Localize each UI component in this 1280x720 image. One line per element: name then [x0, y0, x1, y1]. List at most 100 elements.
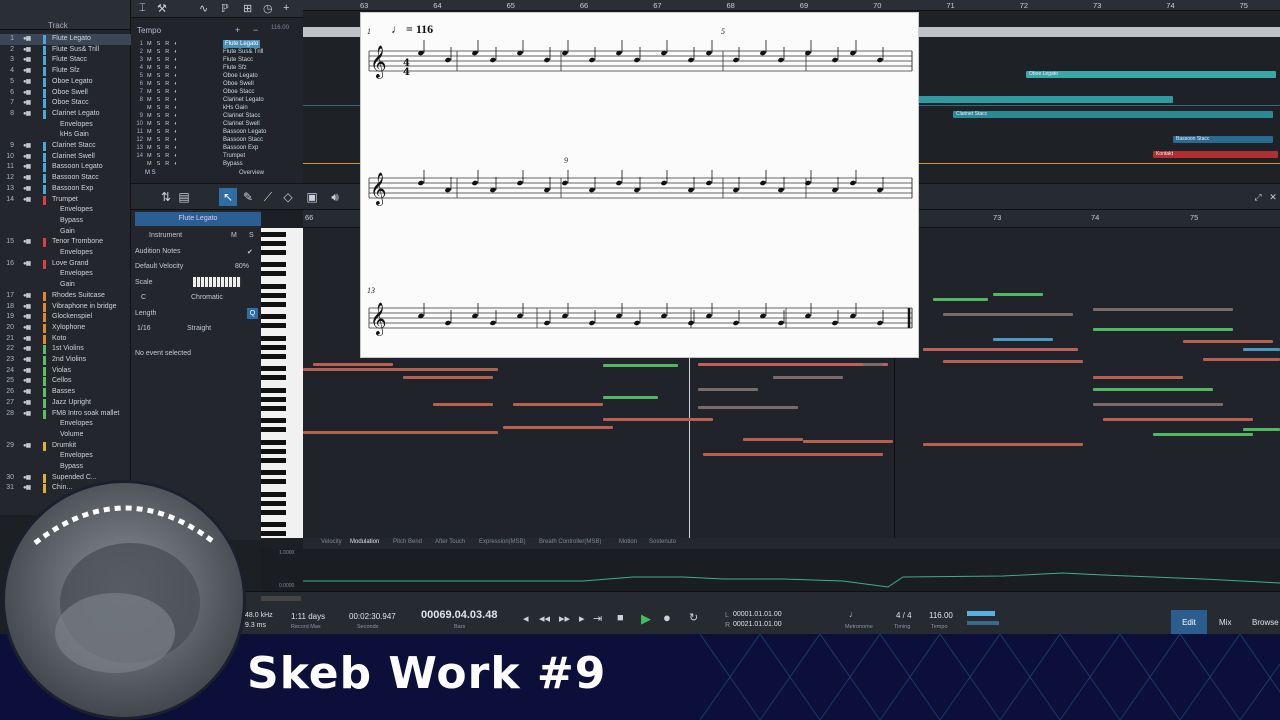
- skip-end-icon[interactable]: ⇥: [593, 612, 602, 625]
- rewind-start-icon[interactable]: ◂: [523, 612, 529, 625]
- piano-black-key[interactable]: [261, 448, 286, 454]
- mixer-row[interactable]: 9 MSR◐ Clarinet Stacc: [131, 112, 303, 120]
- piano-black-key[interactable]: [261, 301, 286, 307]
- controller-tab[interactable]: Modulation: [350, 539, 379, 545]
- scale-type[interactable]: Chromatic: [191, 294, 223, 301]
- controller-tab[interactable]: Velocity: [321, 539, 342, 545]
- track-controls-icon[interactable]: ●▮▮: [23, 409, 39, 420]
- inspector-track-name[interactable]: Flute Legato: [135, 212, 261, 226]
- track-controls-icon[interactable]: ●▮▮: [23, 55, 39, 66]
- track-controls-icon[interactable]: ●▮▮: [23, 376, 39, 387]
- rewind-icon[interactable]: ◂◂: [539, 612, 550, 625]
- track-controls-icon[interactable]: ●▮▮: [23, 259, 39, 270]
- browse-view-button[interactable]: Browse: [1252, 618, 1279, 627]
- mixer-row-buttons[interactable]: MSR◐: [147, 120, 183, 128]
- tempo-value[interactable]: 116.00: [929, 611, 953, 620]
- track-controls-icon[interactable]: ●▮▮: [23, 355, 39, 366]
- track-controls-icon[interactable]: ●▮▮: [23, 77, 39, 88]
- track-controls-icon[interactable]: ●▮▮: [23, 173, 39, 184]
- clock-icon[interactable]: ◷: [263, 2, 273, 15]
- track-controls-icon[interactable]: ●▮▮: [23, 45, 39, 56]
- midi-note[interactable]: [603, 418, 713, 421]
- track-row[interactable]: 27 ●▮▮ Jazz Upright: [0, 398, 131, 409]
- controller-tab[interactable]: Breath Controller(MSB): [539, 539, 601, 545]
- piano-black-key[interactable]: [261, 344, 286, 350]
- clip-oboe-legato[interactable]: Oboe Legato: [1026, 71, 1276, 78]
- track-row[interactable]: 28 ●▮▮ FM8 Intro soak mallet: [0, 409, 131, 420]
- mixer-row-buttons[interactable]: MSR◐: [147, 64, 183, 72]
- play-icon[interactable]: ▶: [641, 611, 651, 627]
- track-controls-icon[interactable]: ●▮▮: [23, 344, 39, 355]
- track-row[interactable]: 20 ●▮▮ Xylophone: [0, 323, 131, 334]
- eraser-tool-icon[interactable]: ◇: [279, 188, 297, 206]
- mixer-row[interactable]: 1 MSR◐ Flute Legato: [131, 40, 303, 48]
- track-controls-icon[interactable]: ●▮▮: [23, 195, 39, 206]
- mixer-row-buttons[interactable]: MSR◐: [147, 104, 183, 112]
- tempo-remove-icon[interactable]: −: [253, 25, 258, 35]
- scale-root[interactable]: C: [141, 294, 146, 301]
- track-row[interactable]: 22 ●▮▮ 1st Violins: [0, 344, 131, 355]
- overview-label[interactable]: Overview: [239, 170, 264, 176]
- record-icon[interactable]: ●: [663, 610, 671, 625]
- mixer-row[interactable]: 4 MSR◐ Flute Sfz: [131, 64, 303, 72]
- mixer-row-buttons[interactable]: MSR◐: [147, 128, 183, 136]
- controller-lane[interactable]: 1.0000 0.0000: [261, 549, 1280, 591]
- forward-icon[interactable]: ▸▸: [559, 612, 570, 625]
- track-row[interactable]: 9 ●▮▮ Clarinet Stacc: [0, 141, 131, 152]
- mixer-row-buttons[interactable]: MSR◐: [147, 88, 183, 96]
- cursor-icon[interactable]: ⌶: [139, 2, 146, 15]
- mixer-row[interactable]: 12 MSR◐ Bassoon Stacc: [131, 136, 303, 144]
- track-controls-icon[interactable]: ●▮▮: [23, 387, 39, 398]
- track-row[interactable]: Gain: [0, 227, 131, 238]
- piano-black-key[interactable]: [261, 353, 286, 359]
- arrow-tool-icon[interactable]: ⇅: [157, 188, 175, 206]
- track-row[interactable]: Envelopes: [0, 419, 131, 430]
- track-controls-icon[interactable]: ●▮▮: [23, 312, 39, 323]
- midi-note[interactable]: [993, 293, 1043, 296]
- track-row[interactable]: Gain: [0, 280, 131, 291]
- midi-note[interactable]: [923, 443, 1083, 446]
- midi-note[interactable]: [1153, 433, 1253, 436]
- mixer-row[interactable]: MSR◐ Bypass: [131, 160, 303, 168]
- track-row[interactable]: 1 ●▮▮ Flute Legato: [0, 34, 131, 45]
- midi-note[interactable]: [698, 388, 758, 391]
- midi-note[interactable]: [923, 348, 1078, 351]
- length-quantize-button[interactable]: Q: [247, 308, 258, 319]
- track-controls-icon[interactable]: ●▮▮: [23, 473, 39, 484]
- loop-end[interactable]: 00021.01.01.00: [733, 621, 782, 628]
- midi-note[interactable]: [1093, 388, 1213, 391]
- brush-tool-icon[interactable]: ⟋: [259, 188, 277, 206]
- piano-black-key[interactable]: [261, 336, 286, 342]
- track-controls-icon[interactable]: ●▮▮: [23, 34, 39, 45]
- track-row[interactable]: 3 ●▮▮ Flute Stacc: [0, 55, 131, 66]
- track-controls-icon[interactable]: ●▮▮: [23, 88, 39, 99]
- mixer-row-buttons[interactable]: MSR◐: [147, 56, 183, 64]
- track-controls-icon[interactable]: ●▮▮: [23, 441, 39, 452]
- piano-black-key[interactable]: [261, 531, 286, 536]
- piano-black-key[interactable]: [261, 232, 286, 238]
- midi-note[interactable]: [743, 438, 803, 441]
- midi-note[interactable]: [313, 363, 393, 366]
- track-row[interactable]: 19 ●▮▮ Glockenspiel: [0, 312, 131, 323]
- grid-icon[interactable]: ⊞: [243, 2, 252, 15]
- piano-black-key[interactable]: [261, 492, 286, 498]
- mixer-row[interactable]: 14 MSR◐ Trumpet: [131, 152, 303, 160]
- length-mode[interactable]: Straight: [187, 325, 211, 332]
- metronome-icon[interactable]: ♩: [849, 609, 858, 619]
- midi-note[interactable]: [433, 403, 493, 406]
- midi-note[interactable]: [698, 363, 888, 366]
- piano-black-key[interactable]: [261, 440, 286, 446]
- edit-view-button[interactable]: Edit: [1171, 610, 1207, 635]
- midi-note[interactable]: [603, 364, 678, 367]
- track-row[interactable]: 16 ●▮▮ Love Grand: [0, 259, 131, 270]
- track-controls-icon[interactable]: ●▮▮: [23, 141, 39, 152]
- piano-black-key[interactable]: [261, 405, 286, 411]
- midi-note[interactable]: [1093, 328, 1233, 331]
- track-row[interactable]: 10 ●▮▮ Clarinet Swell: [0, 152, 131, 163]
- panel-icon[interactable]: ▤: [175, 188, 193, 206]
- midi-note[interactable]: [303, 431, 498, 434]
- piano-black-key[interactable]: [261, 427, 286, 432]
- midi-note[interactable]: [773, 376, 843, 379]
- track-row[interactable]: 12 ●▮▮ Bassoon Stacc: [0, 173, 131, 184]
- piano-black-key[interactable]: [261, 500, 286, 506]
